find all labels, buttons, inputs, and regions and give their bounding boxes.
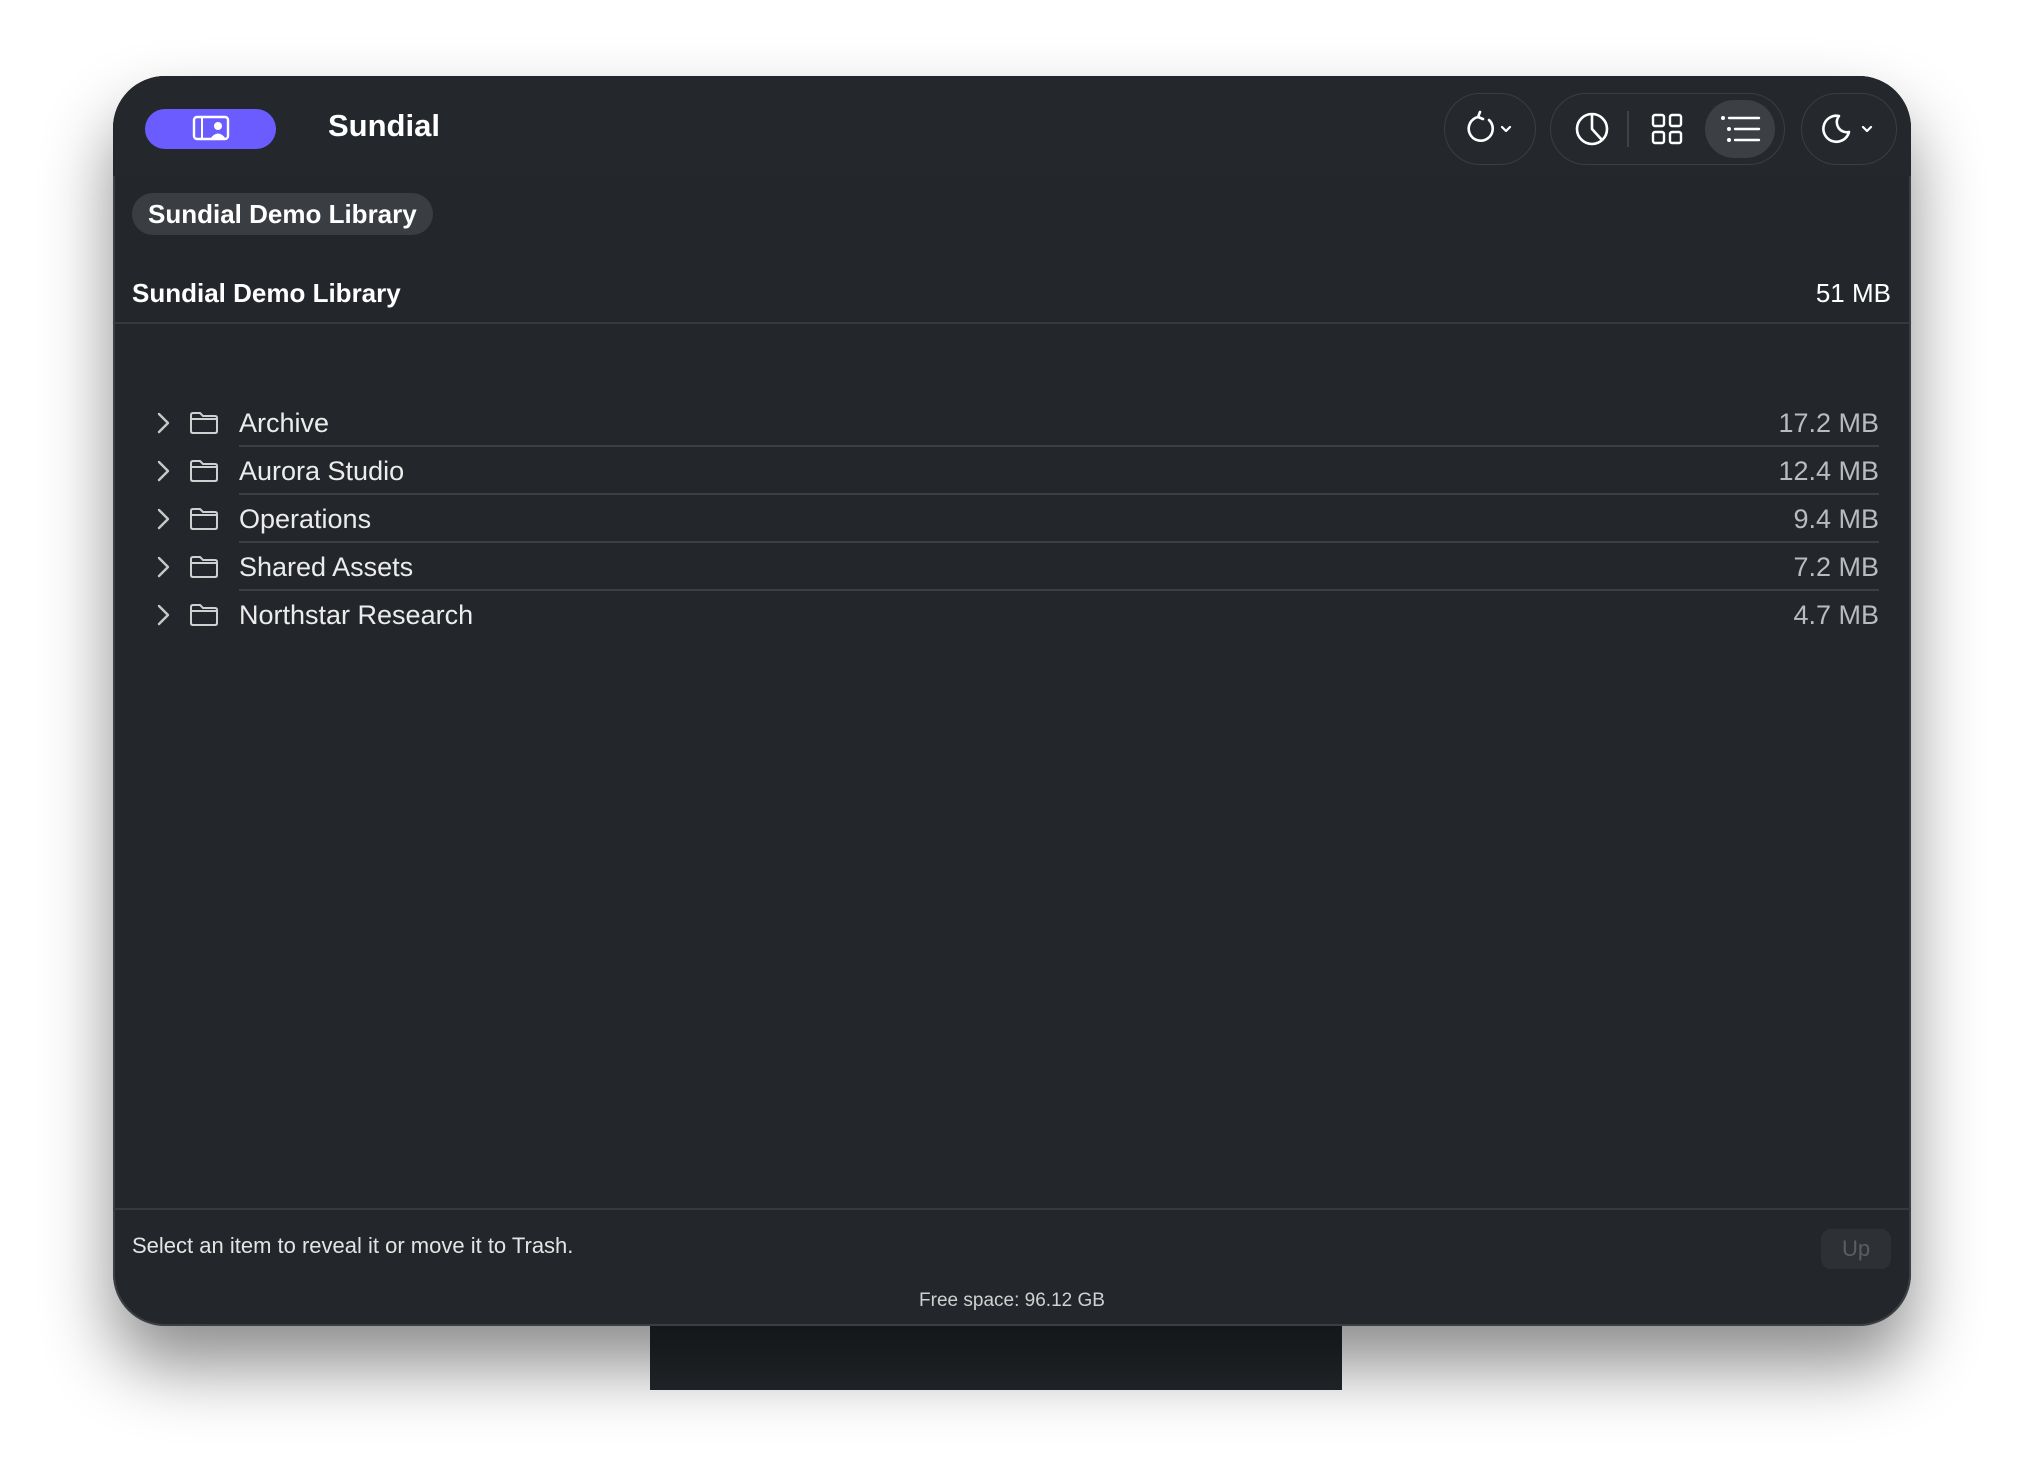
appearance-button[interactable]	[1802, 94, 1896, 164]
sidebar-icon	[192, 115, 229, 141]
folder-icon	[189, 555, 239, 579]
appearance-control[interactable]	[1801, 93, 1897, 165]
chevron-right-icon[interactable]	[145, 555, 189, 579]
folder-icon	[189, 507, 239, 531]
chart-view-button[interactable]	[1557, 94, 1627, 164]
folder-icon	[189, 459, 239, 483]
list-item[interactable]: Shared Assets 7.2 MB	[145, 543, 1879, 591]
item-name: Shared Assets	[239, 551, 414, 582]
grid-icon	[1651, 113, 1683, 145]
library-header: Sundial Demo Library 51 MB	[132, 268, 1891, 318]
library-name: Sundial Demo Library	[132, 277, 401, 308]
item-size: 4.7 MB	[1793, 599, 1879, 630]
item-size: 17.2 MB	[1778, 407, 1879, 438]
item-size: 12.4 MB	[1778, 455, 1879, 486]
item-size: 7.2 MB	[1793, 551, 1879, 582]
up-button[interactable]: Up	[1821, 1229, 1891, 1269]
status-hint: Select an item to reveal it or move it t…	[132, 1233, 574, 1258]
library-size: 51 MB	[1815, 277, 1891, 308]
list-item[interactable]: Aurora Studio 12.4 MB	[145, 447, 1879, 495]
refresh-control[interactable]	[1444, 93, 1536, 165]
grid-view-button[interactable]	[1629, 94, 1705, 164]
list-view-button[interactable]	[1705, 100, 1775, 158]
list-item[interactable]: Archive 17.2 MB	[145, 399, 1879, 447]
list-icon	[1721, 116, 1761, 142]
item-name: Northstar Research	[239, 599, 474, 630]
chevron-right-icon[interactable]	[145, 603, 189, 627]
breadcrumb[interactable]: Sundial Demo Library	[132, 193, 433, 235]
view-mode-group	[1550, 93, 1785, 165]
item-size: 9.4 MB	[1793, 503, 1879, 534]
moon-icon	[1822, 114, 1873, 144]
footer-divider	[113, 1208, 1911, 1210]
pie-chart-icon	[1575, 112, 1609, 146]
sidebar-toggle-button[interactable]	[145, 109, 276, 149]
chevron-right-icon[interactable]	[145, 459, 189, 483]
list-item[interactable]: Operations 9.4 MB	[145, 495, 1879, 543]
chevron-right-icon[interactable]	[145, 411, 189, 435]
app-window: Sundial Sundial Demo Library Sundial Dem…	[113, 76, 1911, 1326]
free-space-label: Free space: 96.12 GB	[919, 1290, 1105, 1311]
folder-icon	[189, 411, 239, 435]
title-bar: Sundial	[113, 76, 1911, 176]
list-item[interactable]: Northstar Research 4.7 MB	[145, 591, 1879, 639]
chevron-right-icon[interactable]	[145, 507, 189, 531]
app-title: Sundial	[328, 108, 440, 143]
item-name: Aurora Studio	[239, 455, 405, 486]
folder-list: Archive 17.2 MB Aurora Studio 12.4 MB Op…	[145, 399, 1879, 639]
item-name: Operations	[239, 503, 372, 534]
item-name: Archive	[239, 407, 330, 438]
refresh-icon	[1467, 110, 1512, 142]
folder-icon	[189, 603, 239, 627]
refresh-button[interactable]	[1445, 94, 1535, 164]
